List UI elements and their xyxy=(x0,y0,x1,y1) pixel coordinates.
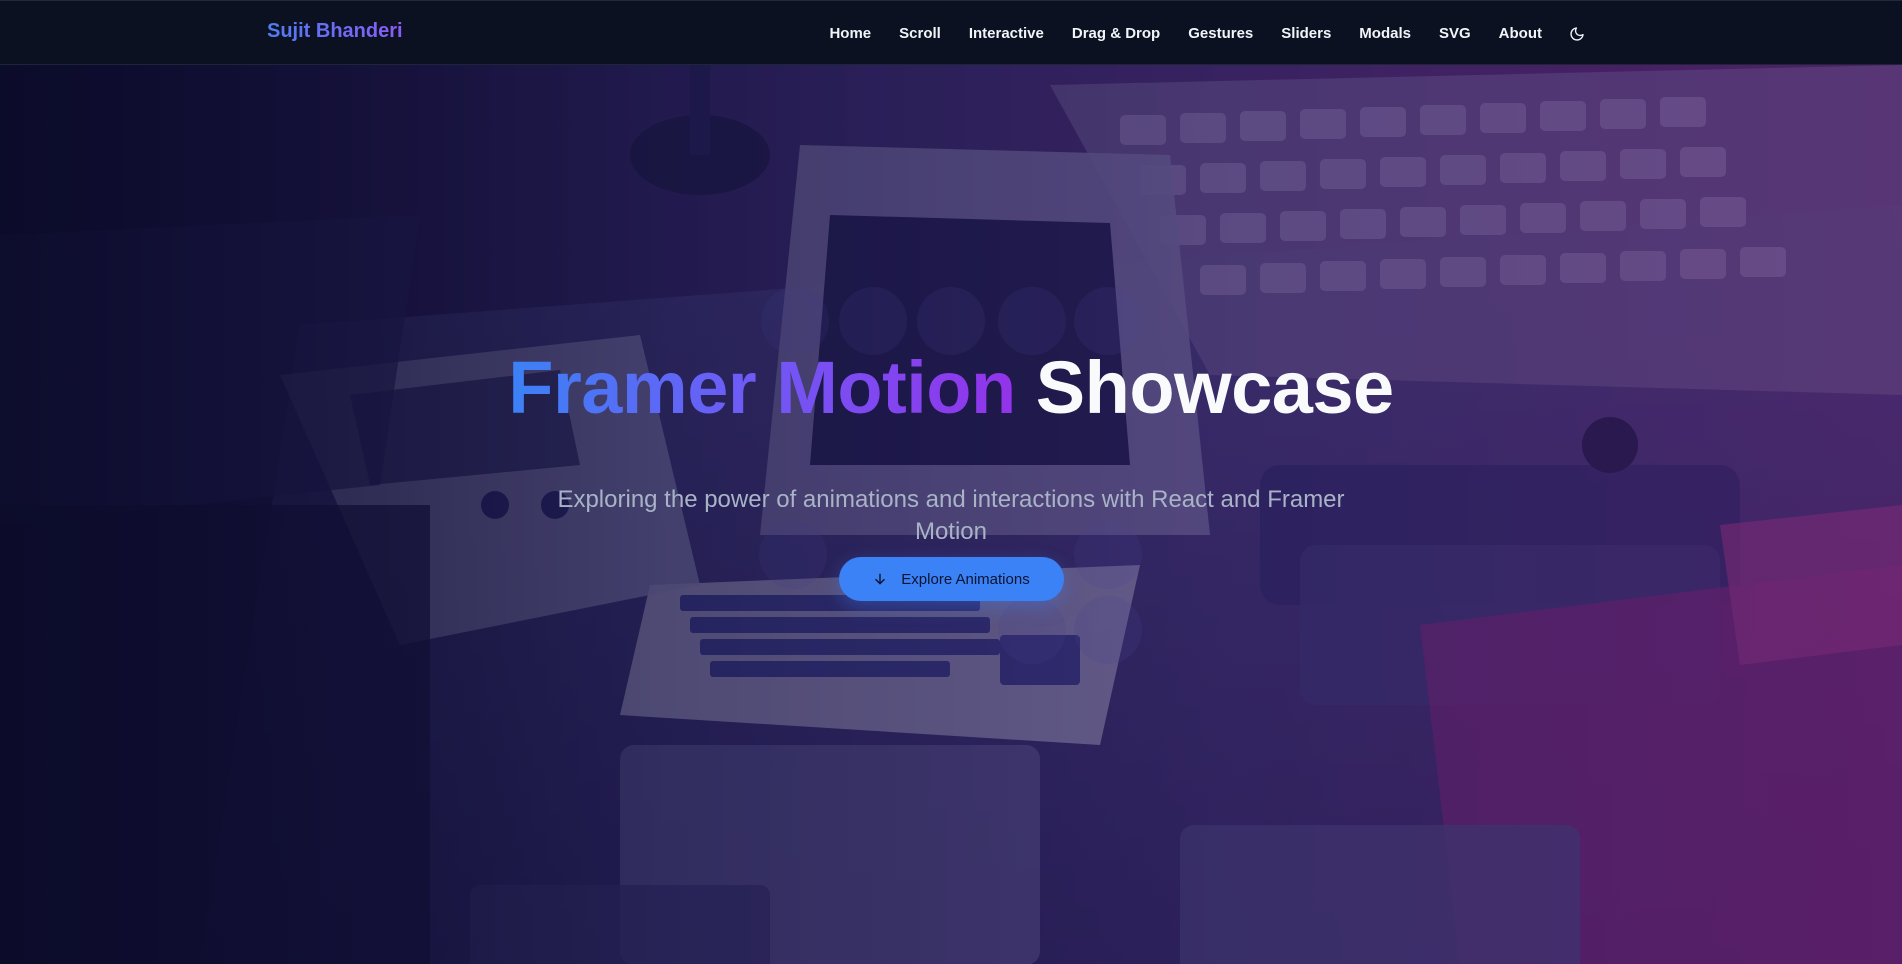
nav-about[interactable]: About xyxy=(1499,25,1542,42)
explore-animations-button[interactable]: Explore Animations xyxy=(839,557,1064,601)
main-nav: Home Scroll Interactive Drag & Drop Gest… xyxy=(829,1,1586,66)
nav-scroll[interactable]: Scroll xyxy=(899,25,941,42)
nav-interactive[interactable]: Interactive xyxy=(969,25,1044,42)
theme-toggle-button[interactable] xyxy=(1568,25,1586,43)
site-header: Sujit Bhanderi Home Scroll Interactive D… xyxy=(0,0,1902,65)
arrow-down-icon xyxy=(873,572,887,586)
nav-gestures[interactable]: Gestures xyxy=(1188,25,1253,42)
moon-icon xyxy=(1570,26,1584,41)
hero-title-plain: Showcase xyxy=(1035,345,1394,429)
nav-svg[interactable]: SVG xyxy=(1439,25,1471,42)
nav-sliders[interactable]: Sliders xyxy=(1281,25,1331,42)
nav-modals[interactable]: Modals xyxy=(1359,25,1411,42)
hero-title: Framer Motion Showcase xyxy=(0,345,1902,430)
hero-title-gradient: Framer Motion xyxy=(508,345,1016,429)
brand-logo[interactable]: Sujit Bhanderi xyxy=(267,20,403,43)
nav-drag-drop[interactable]: Drag & Drop xyxy=(1072,25,1160,42)
nav-home[interactable]: Home xyxy=(829,25,871,42)
hero-subtitle: Exploring the power of animations and in… xyxy=(557,486,1345,545)
explore-animations-label: Explore Animations xyxy=(901,570,1030,588)
